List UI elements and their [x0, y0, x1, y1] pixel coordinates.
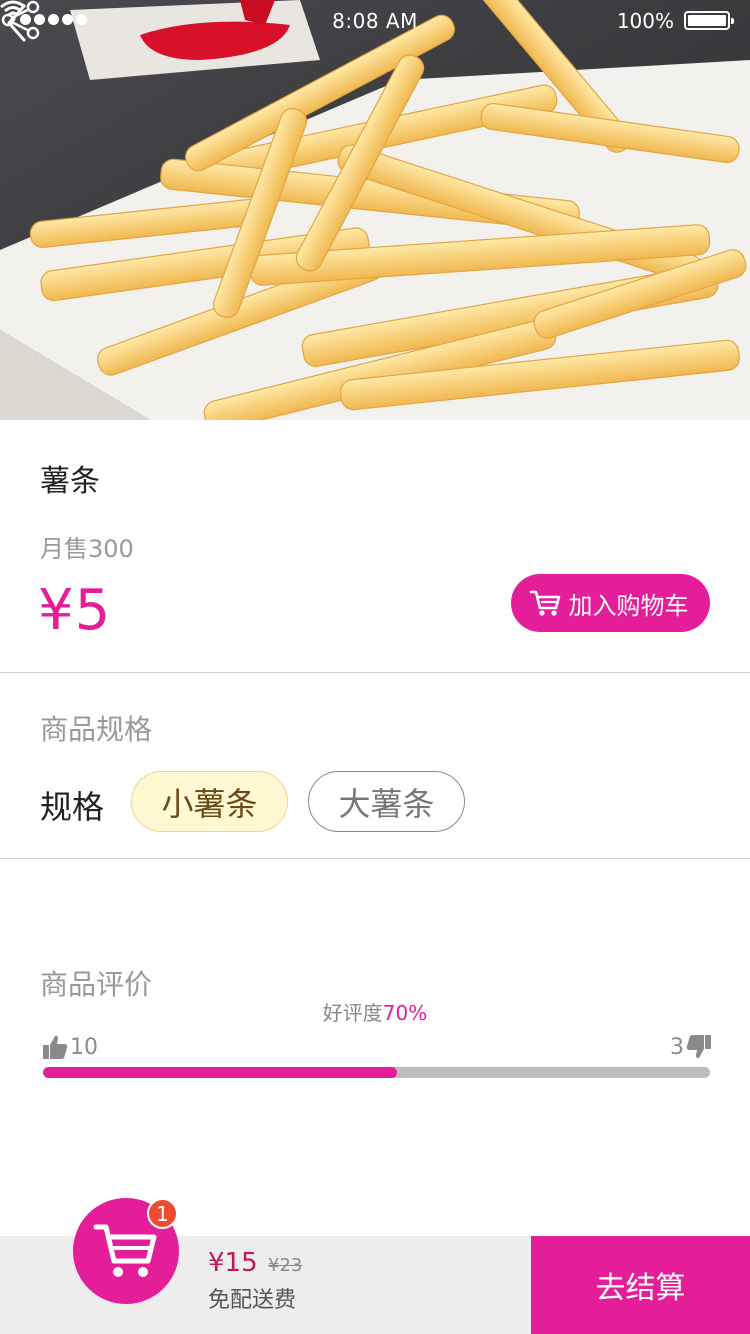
thumbs-down-icon — [686, 1035, 711, 1059]
dislikes-count: 3 — [670, 1034, 712, 1060]
share-icon[interactable] — [0, 0, 42, 40]
delivery-fee-note: 免配送费 — [208, 1288, 297, 1313]
dislikes-value: 3 — [670, 1034, 684, 1060]
spec-section-title: 商品规格 — [40, 713, 153, 746]
positive-rating-label: 好评度 — [322, 1001, 383, 1025]
fries-illustration — [0, 0, 750, 420]
positive-rating: 好评度70% — [0, 997, 750, 1026]
product-price: ¥5 — [38, 578, 112, 643]
divider — [0, 858, 750, 859]
positive-rating-value: 70% — [382, 1001, 428, 1025]
product-detail-page: 8:08 AM 100% 薯条 月售300 ¥5 加入购物车 商品规格 规格 小… — [0, 0, 750, 1334]
add-to-cart-label: 加入购物车 — [568, 591, 689, 620]
cart-count-badge: 1 — [147, 1198, 178, 1229]
product-name: 薯条 — [40, 464, 100, 499]
cart-icon — [93, 1224, 157, 1277]
spec-label: 规格 — [40, 788, 105, 826]
rating-bar-fill — [43, 1067, 397, 1078]
add-to-cart-button[interactable]: 加入购物车 — [511, 574, 710, 632]
battery-icon — [684, 11, 734, 30]
likes-count: 10 — [42, 1034, 98, 1060]
thumbs-up-icon — [43, 1035, 68, 1059]
cart-original-price: ¥23 — [268, 1255, 303, 1276]
battery-percent: 100% — [616, 9, 674, 33]
likes-value: 10 — [70, 1034, 98, 1060]
checkout-button[interactable]: 去结算 — [531, 1236, 750, 1334]
spec-option-large[interactable]: 大薯条 — [308, 771, 465, 832]
spec-option-small[interactable]: 小薯条 — [131, 771, 288, 832]
monthly-sales: 月售300 — [40, 535, 134, 563]
product-photo: 8:08 AM 100% — [0, 0, 750, 420]
cart-icon — [529, 590, 560, 616]
status-bar: 8:08 AM 100% — [0, 0, 750, 40]
cart-total: ¥15 — [208, 1248, 258, 1278]
rating-bar — [43, 1067, 710, 1078]
divider — [0, 672, 750, 673]
